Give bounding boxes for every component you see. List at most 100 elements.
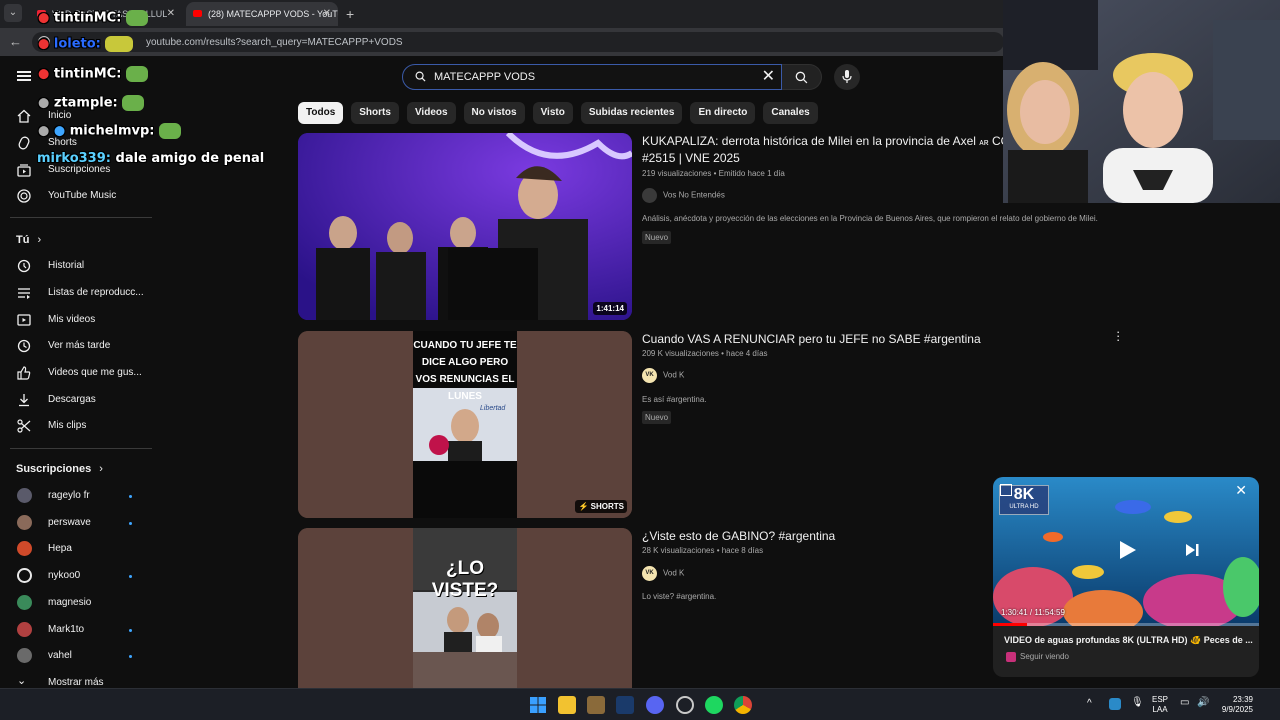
clock[interactable]: 23:39 9/9/2025 xyxy=(1217,695,1253,715)
subscription-item[interactable]: Mark1to xyxy=(0,617,152,643)
keyboard-layout: LAA xyxy=(1152,705,1168,714)
clear-search-icon[interactable]: ✕ xyxy=(762,69,775,85)
video-thumbnail[interactable]: 1:41:14 xyxy=(298,133,632,320)
search-button[interactable] xyxy=(782,64,822,90)
menu-icon[interactable] xyxy=(17,71,31,81)
subscription-item[interactable]: Hepa xyxy=(0,536,152,562)
title-text: KUKAPALIZA: derrota histórica de Milei e… xyxy=(642,134,976,148)
discord-icon[interactable] xyxy=(646,696,664,714)
new-content-dot xyxy=(129,495,132,498)
sidebar-item-label: Descargas xyxy=(48,394,96,405)
filter-chips: Todos Shorts Videos No vistos Visto Subi… xyxy=(298,102,818,124)
sidebar-item-mis-clips[interactable]: Mis clips xyxy=(0,413,152,439)
progress-track[interactable] xyxy=(993,623,1259,626)
browser-tab-active[interactable]: (28) MATECAPPP VODS - YouTube ✕ xyxy=(186,2,338,26)
video-title[interactable]: Cuando VAS A RENUNCIAR pero tu JEFE no S… xyxy=(642,331,981,348)
sidebar-item-ver-mas-tarde[interactable]: Ver más tarde xyxy=(0,333,152,359)
sidebar-item-label: Videos que me gus... xyxy=(48,367,142,378)
badge-icon: ● xyxy=(38,36,50,52)
address-bar[interactable]: youtube.com/results?search_query=MATECAP… xyxy=(32,32,1004,52)
channel-avatar xyxy=(17,595,32,610)
emote-icon xyxy=(159,123,182,139)
channel-link[interactable]: VK Vod K xyxy=(642,566,684,581)
tab-search-button[interactable]: ⌄ xyxy=(4,4,22,22)
subscription-item[interactable]: magnesio xyxy=(0,590,152,616)
you-section-heading[interactable]: Tú › xyxy=(16,234,41,246)
video-title[interactable]: ¿Viste esto de GABINO? #argentina xyxy=(642,528,835,545)
spotify-icon[interactable] xyxy=(705,696,723,714)
sidebar-item-label: Inicio xyxy=(48,110,72,121)
subscriptions-icon xyxy=(17,164,31,177)
sidebar-item-liked[interactable]: Videos que me gus... xyxy=(0,360,152,386)
new-content-dot xyxy=(129,655,132,658)
sidebar-item-youtube-music[interactable]: YouTube Music xyxy=(0,183,152,209)
chip-no-vistos[interactable]: No vistos xyxy=(463,102,525,124)
steam-icon[interactable] xyxy=(616,696,634,714)
minecraft-icon[interactable] xyxy=(587,696,605,714)
network-icon[interactable]: ▭ xyxy=(1180,698,1189,708)
chip-visto[interactable]: Visto xyxy=(532,102,573,124)
chevron-right-icon: › xyxy=(99,463,103,475)
miniplayer[interactable]: 8K ULTRA HD ✕ 1:30:41 / 11:54:59 VIDEO d… xyxy=(993,477,1259,677)
clock-time: 23:39 xyxy=(1232,695,1253,704)
miniplayer-video[interactable]: 8K ULTRA HD ✕ 1:30:41 / 11:54:59 xyxy=(993,477,1259,626)
shorts-badge: ⚡ SHORTS xyxy=(575,500,627,513)
start-icon[interactable] xyxy=(529,696,547,714)
subscription-item[interactable]: vahel xyxy=(0,643,152,669)
new-tab-button[interactable]: + xyxy=(346,6,354,22)
tray-app-icon[interactable] xyxy=(1109,698,1121,710)
new-content-dot xyxy=(129,522,132,525)
subscription-item[interactable]: nykoo0 xyxy=(0,563,152,589)
chip-canales[interactable]: Canales xyxy=(763,102,818,124)
sidebar-item-historial[interactable]: Historial xyxy=(0,253,152,279)
voice-search-button[interactable] xyxy=(834,64,860,90)
sidebar-item-label: Mis videos xyxy=(48,314,96,325)
sidebar-item-listas[interactable]: Listas de reproducc... xyxy=(0,280,152,306)
channel-avatar xyxy=(17,515,32,530)
video-title[interactable]: KUKAPALIZA: derrota histórica de Milei e… xyxy=(642,133,1010,151)
file-explorer-icon[interactable] xyxy=(558,696,576,714)
sidebar-item-descargas[interactable]: Descargas xyxy=(0,387,152,413)
close-tab-icon[interactable]: ✕ xyxy=(323,8,331,19)
channel-link[interactable]: VK Vod K xyxy=(642,368,684,383)
next-icon[interactable] xyxy=(1184,542,1200,558)
miniplayer-time: 1:30:41 / 11:54:59 xyxy=(1001,608,1065,617)
progress-fill xyxy=(993,623,1027,626)
close-icon[interactable]: ✕ xyxy=(1235,482,1247,499)
chip-videos[interactable]: Videos xyxy=(406,102,456,124)
channel-icon xyxy=(1006,652,1016,662)
emote-icon xyxy=(125,66,148,82)
language-indicator[interactable]: ESP LAA xyxy=(1152,695,1168,715)
volume-icon[interactable]: 🔊 xyxy=(1197,698,1209,708)
video-thumbnail[interactable]: CUANDO TU JEFE TE DICE ALGO PERO VOS REN… xyxy=(298,331,632,518)
microphone-icon[interactable]: 🎙 xyxy=(1131,698,1144,708)
tray-chevron-up-icon[interactable]: ^ xyxy=(1087,699,1092,709)
chip-subidas-recientes[interactable]: Subidas recientes xyxy=(580,102,683,124)
more-actions-icon[interactable]: · · · xyxy=(1116,325,1120,346)
chip-en-directo[interactable]: En directo xyxy=(690,102,756,124)
playlists-icon xyxy=(18,288,30,299)
miniplayer-title[interactable]: VIDEO de aguas profundas 8K (ULTRA HD) 🐠… xyxy=(1004,635,1253,646)
sidebar-divider xyxy=(10,217,152,218)
close-tab-icon[interactable]: ✕ xyxy=(167,8,175,19)
shorts-label: SHORTS xyxy=(590,502,624,511)
chip-todos[interactable]: Todos xyxy=(298,102,344,124)
subscriptions-heading-text: Suscripciones xyxy=(16,463,92,475)
video-title-line2[interactable]: #2515 | VNE 2025 xyxy=(642,150,740,167)
channel-avatar xyxy=(17,541,32,556)
channel-link[interactable]: Vos No Entendés xyxy=(642,188,725,203)
show-more-label: Mostrar más xyxy=(48,677,104,688)
search-input[interactable]: MATECAPPP VODS ✕ xyxy=(402,64,782,90)
subscription-item[interactable]: rageylo fr xyxy=(0,483,152,509)
video-thumbnail[interactable]: ¿LO VISTE? xyxy=(298,528,632,688)
subscription-item[interactable]: perswave xyxy=(0,510,152,536)
sidebar-item-mis-videos[interactable]: Mis videos xyxy=(0,307,152,333)
back-arrow-icon[interactable]: ← xyxy=(9,34,22,49)
chrome-icon[interactable] xyxy=(734,696,752,714)
app-icon[interactable] xyxy=(676,696,694,714)
play-icon[interactable] xyxy=(1116,539,1138,561)
expand-icon[interactable] xyxy=(1000,484,1012,496)
you-heading-text: Tú xyxy=(16,234,30,246)
chip-shorts[interactable]: Shorts xyxy=(351,102,399,124)
subscriptions-section-heading[interactable]: Suscripciones › xyxy=(16,463,103,475)
